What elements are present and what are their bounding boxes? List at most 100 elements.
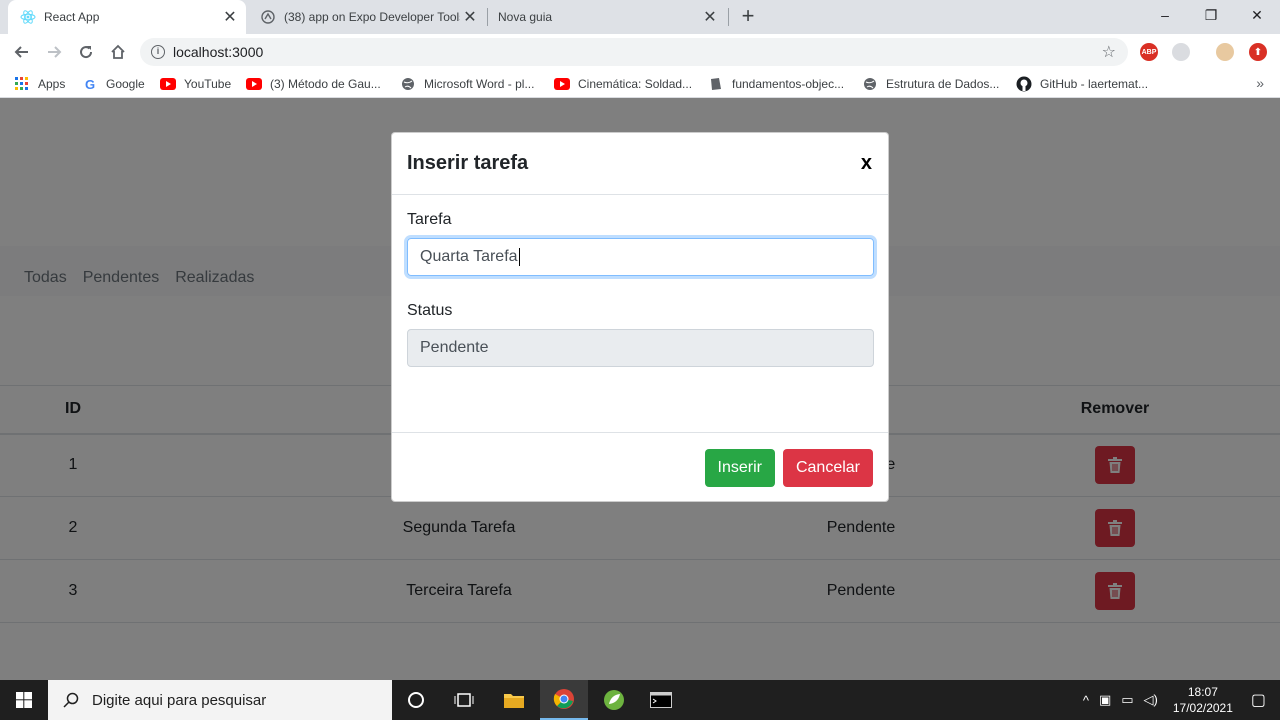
bookmark-label: (3) Método de Gau... [270, 77, 381, 91]
clock-date: 17/02/2021 [1172, 701, 1233, 715]
chrome-button[interactable] [540, 680, 588, 720]
start-button[interactable] [0, 680, 48, 720]
apps-grid-icon [14, 76, 30, 92]
task-field-label: Tarefa [407, 211, 452, 228]
home-icon [111, 44, 125, 59]
network-icon[interactable]: ▭ [1121, 692, 1133, 708]
insert-task-modal: Inserir tarefa x Tarefa Quarta Tarefa St… [391, 132, 889, 502]
extension-icon[interactable] [1172, 43, 1190, 61]
youtube-icon [246, 76, 262, 92]
modal-footer: Inserir Cancelar [392, 432, 888, 502]
modal-header: Inserir tarefa x [392, 133, 888, 195]
bookmark-youtube[interactable]: YouTube [160, 75, 231, 93]
bookmark-estrutura-dados[interactable]: Estrutura de Dados... [862, 75, 999, 93]
folder-icon [504, 694, 524, 708]
bookmark-microsoft-word[interactable]: Microsoft Word - pl... [400, 75, 534, 93]
status-field-label: Status [407, 302, 453, 319]
insert-button[interactable]: Inserir [704, 448, 775, 487]
reload-button[interactable] [72, 38, 100, 66]
task-input[interactable]: Quarta Tarefa [407, 238, 874, 276]
new-tab-button[interactable]: + [736, 5, 760, 29]
arrow-left-icon [14, 46, 28, 58]
adblock-plus-icon[interactable]: ABP [1140, 43, 1158, 61]
bookmark-label: fundamentos-objec... [732, 77, 845, 91]
bookmark-apps[interactable]: Apps [14, 75, 65, 93]
tab-title: Nova guia [498, 10, 553, 24]
url-text: localhost:3000 [173, 44, 264, 60]
status-select-value: Pendente [420, 339, 489, 356]
device-icon[interactable]: ▣ [1099, 692, 1111, 708]
globe-icon [862, 76, 878, 92]
spring-tool-button[interactable] [590, 680, 638, 720]
clock-time: 18:07 [1187, 685, 1218, 699]
bookmark-github[interactable]: GitHub - laertemat... [1016, 75, 1148, 93]
system-tray: ^ ▣ ▭ ◁) 18:07 17/02/2021 ▢ [1078, 680, 1280, 720]
tab-expo[interactable]: (38) app on Expo Developer Tools ✕ [248, 0, 486, 34]
tab-nova-guia[interactable]: Nova guia ✕ [488, 0, 726, 34]
update-icon[interactable]: ⬆ [1249, 43, 1267, 61]
chrome-icon [553, 689, 574, 709]
cortana-icon [408, 692, 424, 708]
info-icon[interactable]: i [151, 45, 165, 59]
tab-close-icon[interactable]: ✕ [460, 7, 480, 27]
bookmark-metodo-gauss[interactable]: (3) Método de Gau... [246, 75, 381, 93]
youtube-icon [554, 76, 570, 92]
home-button[interactable] [104, 38, 132, 66]
github-icon [1016, 76, 1032, 92]
task-view-button[interactable] [440, 680, 488, 720]
task-input-value: Quarta Tarefa [420, 248, 518, 265]
chevron-up-icon[interactable]: ^ [1083, 693, 1089, 708]
bookmark-label: Google [106, 77, 145, 91]
cancel-button[interactable]: Cancelar [782, 448, 873, 487]
tab-react-app[interactable]: React App ✕ [8, 0, 246, 34]
close-window-button[interactable]: ✕ [1234, 0, 1280, 30]
status-select[interactable]: Pendente [407, 329, 874, 367]
tab-title: (38) app on Expo Developer Tools [284, 10, 460, 24]
modal-title: Inserir tarefa [407, 152, 529, 174]
document-icon [708, 76, 724, 92]
terminal-button[interactable] [637, 680, 685, 720]
reload-icon [80, 46, 93, 59]
bookmark-label: YouTube [184, 77, 232, 91]
notifications-icon[interactable]: ▢ [1251, 690, 1266, 710]
arrow-right-icon [48, 46, 62, 58]
bookmark-star-icon[interactable]: ☆ [1102, 42, 1116, 62]
file-explorer-button[interactable] [490, 680, 538, 720]
tab-close-icon[interactable]: ✕ [700, 7, 720, 27]
windows-logo-icon [16, 692, 32, 708]
back-button[interactable] [8, 38, 36, 66]
bookmarks-more-icon[interactable]: » [1256, 75, 1264, 91]
profile-avatar[interactable] [1216, 43, 1234, 61]
clock[interactable]: 18:07 17/02/2021 [1163, 684, 1243, 716]
address-bar[interactable]: i localhost:3000 ☆ [140, 38, 1128, 66]
cortana-button[interactable] [392, 680, 440, 720]
taskbar-search-box[interactable]: Digite aqui para pesquisar [48, 680, 392, 720]
tab-close-icon[interactable]: ✕ [220, 7, 240, 27]
volume-icon[interactable]: ◁) [1144, 692, 1158, 708]
bookmark-cinematica[interactable]: Cinemática: Soldad... [554, 75, 692, 93]
tab-separator [728, 8, 729, 26]
search-placeholder: Digite aqui para pesquisar [92, 691, 267, 709]
task-view-icon [454, 693, 474, 707]
expo-icon [260, 9, 276, 25]
bookmark-fundamentos[interactable]: fundamentos-objec... [708, 75, 844, 93]
windows-taskbar: Digite aqui para pesquisar ^ ▣ ▭ ◁) 18:0… [0, 680, 1280, 720]
bookmark-label: Estrutura de Dados... [886, 77, 1000, 91]
bookmark-google[interactable]: G Google [82, 75, 145, 93]
youtube-icon [160, 76, 176, 92]
browser-toolbar: i localhost:3000 ☆ ABP ⬆ [0, 34, 1280, 70]
bookmark-label: Cinemática: Soldad... [578, 77, 693, 91]
text-caret [518, 248, 520, 266]
forward-button[interactable] [40, 38, 68, 66]
browser-tab-strip: React App ✕ (38) app on Expo Developer T… [0, 0, 1280, 34]
tab-title: React App [44, 10, 100, 24]
bookmark-label: GitHub - laertemat... [1040, 77, 1149, 91]
window-controls: – ❐ ✕ [1142, 0, 1280, 30]
bookmarks-bar: Apps G Google YouTube (3) Método de Gau.… [0, 70, 1280, 98]
react-icon [20, 9, 36, 25]
modal-close-button[interactable]: x [861, 152, 873, 175]
minimize-button[interactable]: – [1142, 0, 1188, 30]
restore-button[interactable]: ❐ [1188, 0, 1234, 30]
terminal-icon [650, 692, 672, 708]
google-icon: G [84, 76, 96, 92]
